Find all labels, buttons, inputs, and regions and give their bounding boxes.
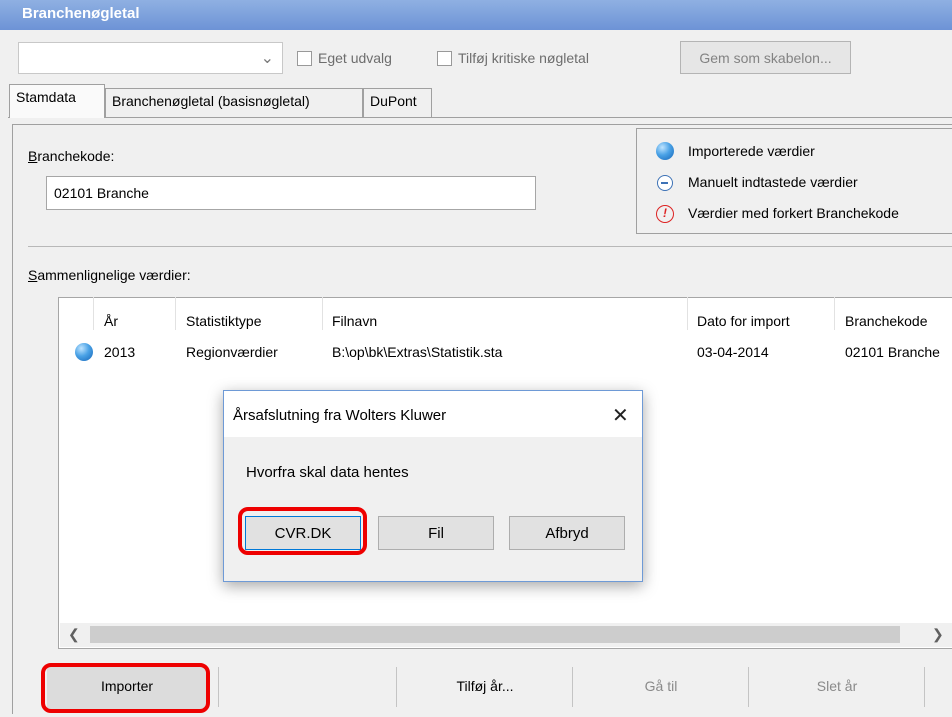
gaa-til-button[interactable]: Gå til — [576, 665, 746, 709]
close-icon[interactable]: ✕ — [612, 403, 629, 428]
window-title: Branchenøgletal — [22, 5, 140, 22]
sammenlignelige-label-text: ammenlignelige værdier: — [37, 267, 191, 283]
button-divider — [218, 667, 219, 707]
legend-imported: Importerede værdier — [688, 143, 815, 159]
importer-highlight — [41, 663, 210, 713]
branchekode-input-value: 02101 Branche — [54, 185, 149, 201]
section-divider — [28, 246, 952, 247]
legend-manual: Manuelt indtastede værdier — [688, 174, 858, 190]
slet-aar-button[interactable]: Slet år — [752, 665, 922, 709]
slet-aar-label: Slet år — [816, 678, 858, 694]
button-divider — [572, 667, 573, 707]
row-code-text: 02101 Branche — [845, 344, 940, 360]
warning-icon: ! — [656, 205, 674, 223]
column-divider — [93, 297, 94, 330]
tab-branchenoegletal[interactable]: Branchenøgletal (basisnøgletal) — [105, 88, 363, 117]
column-divider — [322, 297, 323, 330]
tab-strip-line — [8, 117, 952, 118]
fil-label: Fil — [428, 525, 444, 542]
fil-button[interactable]: Fil — [378, 516, 494, 550]
afbryd-button[interactable]: Afbryd — [509, 516, 625, 550]
button-divider — [396, 667, 397, 707]
column-header-dato[interactable]: Dato for import — [697, 313, 790, 329]
tab-dupont-label: DuPont — [370, 93, 417, 109]
row-date[interactable]: 03-04-2014 — [697, 344, 769, 360]
gem-som-skabelon-label: Gem som skabelon... — [699, 50, 832, 66]
gem-som-skabelon-button[interactable]: Gem som skabelon... — [680, 41, 851, 74]
column-divider — [834, 297, 835, 330]
tilfoej-aar-button[interactable]: Tilføj år... — [400, 665, 570, 709]
imported-values-icon — [656, 142, 674, 160]
tab-stamdata[interactable]: Stamdata — [9, 84, 105, 118]
eget-udvalg-checkbox[interactable] — [297, 51, 312, 66]
row-type[interactable]: Regionværdier — [186, 344, 278, 360]
chevron-down-icon: ⌄ — [260, 50, 274, 67]
tilfoej-aar-label: Tilføj år... — [456, 678, 514, 694]
row-year[interactable]: 2013 — [104, 344, 135, 360]
column-header-statistiktype[interactable]: Statistiktype — [186, 313, 261, 329]
tab-branchenoegletal-label: Branchenøgletal (basisnøgletal) — [112, 93, 310, 109]
column-divider — [687, 297, 688, 330]
title-bar: Branchenøgletal — [0, 0, 952, 30]
manual-values-icon — [657, 175, 673, 191]
column-header-branchekode-label: Branchekode — [845, 313, 928, 329]
branchekode-label-text: ranchekode: — [37, 148, 115, 164]
button-divider — [748, 667, 749, 707]
eget-udvalg-label: Eget udvalg — [318, 50, 392, 66]
column-divider — [175, 297, 176, 330]
imported-row-icon — [75, 343, 93, 361]
tab-dupont[interactable]: DuPont — [363, 88, 432, 117]
selection-dropdown[interactable]: ⌄ — [18, 42, 283, 74]
cvr-dk-highlight — [238, 507, 367, 555]
scrollbar-thumb[interactable] — [90, 626, 900, 643]
sammenlignelige-label: Sammenlignelige værdier: — [28, 267, 191, 283]
gaa-til-label: Gå til — [644, 678, 678, 694]
branchekode-input[interactable]: 02101 Branche — [46, 176, 536, 210]
branchekode-label-accesskey: B — [28, 148, 38, 164]
sammenlignelige-accesskey: S — [28, 267, 38, 283]
dialog-title: Årsafslutning fra Wolters Kluwer — [233, 407, 447, 424]
scroll-right-icon[interactable]: ❯ — [932, 626, 944, 643]
tab-stamdata-label: Stamdata — [16, 89, 76, 105]
tilfoej-kritiske-checkbox[interactable] — [437, 51, 452, 66]
tilfoej-kritiske-label: Tilføj kritiske nøgletal — [458, 50, 589, 66]
button-divider — [924, 667, 925, 707]
legend-wrong: Værdier med forkert Branchekode — [688, 205, 899, 221]
column-header-aar[interactable]: År — [104, 313, 118, 329]
column-header-branchekode[interactable]: Branchekode — [845, 313, 952, 329]
row-code[interactable]: 02101 Branche — [845, 344, 952, 360]
branchekode-label: Branchekode: — [28, 148, 114, 164]
scroll-left-icon[interactable]: ❮ — [68, 626, 80, 643]
row-file[interactable]: B:\op\bk\Extras\Statistik.sta — [332, 344, 502, 360]
afbryd-label: Afbryd — [545, 525, 589, 542]
dialog-titlebar: Årsafslutning fra Wolters Kluwer ✕ — [224, 391, 642, 437]
column-header-filnavn[interactable]: Filnavn — [332, 313, 377, 329]
dialog-message: Hvorfra skal data hentes — [246, 464, 409, 481]
